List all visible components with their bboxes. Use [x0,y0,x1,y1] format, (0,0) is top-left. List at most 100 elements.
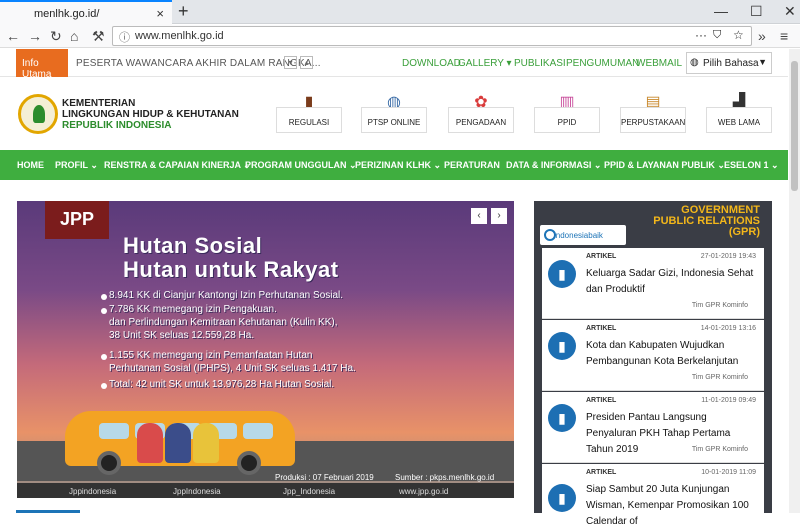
info-utama-tag: Info Utama [16,49,68,80]
credit-instagram: Jpp_Indonesia [283,487,336,496]
menu-data-informasi[interactable]: DATA & INFORMASI ⌄ [506,160,601,171]
slider-next-button[interactable]: › [491,208,507,224]
article-source: Tim GPR Kominfo [691,374,748,381]
gpr-panel: GOVERNMENT PUBLIC RELATIONS (GPR) indone… [534,201,772,527]
new-tab-button[interactable]: + [178,1,189,22]
slide-bullet-3b: Perhutanan Sosial (IPHPS), 4 Unit SK sel… [109,363,356,374]
overflow-icon[interactable]: » [758,28,766,44]
van-window [243,423,273,439]
article-title[interactable]: Kota dan Kabupaten Wujudkan Pembangunan … [586,338,758,370]
article-card[interactable]: ▮ ARTIKEL 14-01-2019 13:16 Kota dan Kabu… [542,320,764,391]
link-publikasi[interactable]: PUBLIKASI [514,58,566,69]
credit-facebook: Jppindonesia [69,487,117,496]
page-scrollbar[interactable] [789,49,800,513]
logo-emblem [18,94,58,134]
quicklink-regulasi[interactable]: REGULASI [276,107,342,133]
jpp-badge: JPP [45,201,109,239]
language-label: Pilih Bahasa [703,58,759,69]
article-card[interactable]: ▮ ARTIKEL 27-01-2019 19:43 Keluarga Sada… [542,248,764,319]
reload-icon[interactable]: ↻ [50,28,62,45]
bookmark-star-icon[interactable]: ☆ [733,28,744,42]
link-download[interactable]: DOWNLOAD [402,58,461,69]
globe-icon: ◍ [690,57,699,68]
credit-website: www.jpp.go.id [399,487,449,496]
slide-bullet-2b: dan Perlindungan Kemitraan Kehutanan (Ku… [109,317,338,328]
close-tab-icon[interactable]: × [156,6,164,21]
social-credits-bar: Jppindonesia JppIndonesia Jpp_Indonesia … [17,483,514,498]
credit-twitter: JppIndonesia [173,487,221,496]
produksi-text: Produksi : 07 Februari 2019 [275,473,374,482]
close-window-icon[interactable]: ✕ [784,3,796,20]
menu-icon[interactable]: ≡ [780,28,788,44]
menu-program-unggulan[interactable]: PROGRAM UNGGULAN ⌄ [245,160,357,171]
article-title[interactable]: Siap Sambut 20 Juta Kunjungan Wisman, Ke… [586,482,758,530]
pocket-icon[interactable]: ⛉ [713,29,721,42]
article-source: Tim GPR Kominfo [691,446,748,453]
bullet-dot [101,354,107,360]
browser-navbar: ← → ↻ ⌂ ⚒ ⓘ www.menlhk.go.id ··· ⛉ ☆ » ≡ [0,25,800,48]
url-text: www.menlhk.go.id [135,30,224,42]
article-card[interactable]: ▮ ARTIKEL 11-01-2019 09:49 Presiden Pant… [542,392,764,463]
article-label: ARTIKEL [586,253,617,260]
menu-perizinan[interactable]: PERIZINAN KLHK ⌄ [355,160,441,171]
quicklink-web-lama[interactable]: WEB LAMA [706,107,772,133]
scrollbar-thumb[interactable] [791,61,798,191]
bullet-dot [101,294,107,300]
article-label: ARTIKEL [586,469,617,476]
book-icon: ▮ [548,484,576,512]
person-figure [193,423,219,463]
menu-profil[interactable]: PROFIL ⌄ [55,160,98,171]
menu-ppid-layanan[interactable]: PPID & LAYANAN PUBLIK ⌄ [604,160,725,171]
article-date: 27-01-2019 19:43 [700,253,756,260]
wrench-icon[interactable]: ⚒ [92,28,105,45]
tab-title: menlhk.go.id/ [34,8,100,20]
quicklink-ppid[interactable]: PPID [534,107,600,133]
page-actions-icon[interactable]: ··· [695,28,707,42]
maximize-icon[interactable]: ☐ [750,3,763,20]
slide-bullet-1: 8.941 KK di Cianjur Kantongi Izin Perhut… [109,290,344,301]
language-select[interactable]: ◍ Pilih Bahasa ▼ [686,52,772,74]
article-title[interactable]: Keluarga Sadar Gizi, Indonesia Sehat dan… [586,266,758,298]
forward-icon[interactable]: → [28,28,42,44]
menu-renstra[interactable]: RENSTRA & CAPAIAN KINERJA ⌄ [104,160,251,171]
sumber-text: Sumber : pkps.menlhk.go.id [395,473,495,482]
info-icon[interactable]: ⓘ [119,29,130,45]
info-bar: Info Utama PESERTA WAWANCARA AKHIR DALAM… [0,49,788,80]
article-source: Tim GPR Kominfo [691,302,748,309]
book-icon: ▮ [548,332,576,360]
person-figure [137,423,163,463]
ticker-up-button[interactable]: ▴ [300,56,313,69]
slide-bullet-2c: 38 Unit SK seluas 12.559,28 Ha. [109,330,255,341]
ticker-down-button[interactable]: ▾ [284,56,297,69]
link-gallery[interactable]: GALLERY ▾ [458,58,512,69]
quicklink-ptsp-online[interactable]: PTSP ONLINE [361,107,427,133]
minimize-icon[interactable]: — [714,3,728,19]
address-bar[interactable]: ⓘ www.menlhk.go.id ··· ⛉ ☆ [112,26,752,46]
bullet-dot [101,383,107,389]
indonesiabaik-logo[interactable]: indonesiabaik [540,225,626,245]
slide-bullet-3a: 1.155 KK memegang izin Pemanfaatan Hutan [109,350,313,361]
article-card[interactable]: ▮ ARTIKEL 10-01-2019 11:09 Siap Sambut 2… [542,464,764,527]
menu-peraturan[interactable]: PERATURAN [444,160,500,170]
slider-prev-button[interactable]: ‹ [471,208,487,224]
book-icon: ▮ [548,404,576,432]
gpr-title: GOVERNMENT PUBLIC RELATIONS (GPR) [653,205,760,238]
back-icon[interactable]: ← [6,28,20,44]
menu-home[interactable]: HOME [17,160,44,170]
link-webmail[interactable]: WEBMAIL [636,58,682,69]
quicklink-pengadaan[interactable]: PENGADAAN [448,107,514,133]
menu-eselon-1[interactable]: ESELON 1 ⌄ [724,160,779,171]
wheel [237,451,261,475]
quicklink-perpustakaan[interactable]: PERPUSTAKAAN [620,107,686,133]
browser-tab-strip: menlhk.go.id/ × + — ☐ ✕ [0,0,800,25]
hero-slider[interactable]: JPP ‹ › Hutan Sosial Hutan untuk Rakyat … [17,201,514,498]
logo-line-3: REPUBLIK INDONESIA [62,120,172,131]
van-window [99,423,129,439]
bullet-dot [101,308,107,314]
home-icon[interactable]: ⌂ [70,28,78,44]
browser-tab[interactable]: menlhk.go.id/ × [0,0,172,25]
link-pengumuman[interactable]: PENGUMUMAN [566,58,639,69]
person-figure [165,423,191,463]
article-date: 11-01-2019 09:49 [701,397,756,404]
slide-title-1: Hutan Sosial [123,233,263,258]
